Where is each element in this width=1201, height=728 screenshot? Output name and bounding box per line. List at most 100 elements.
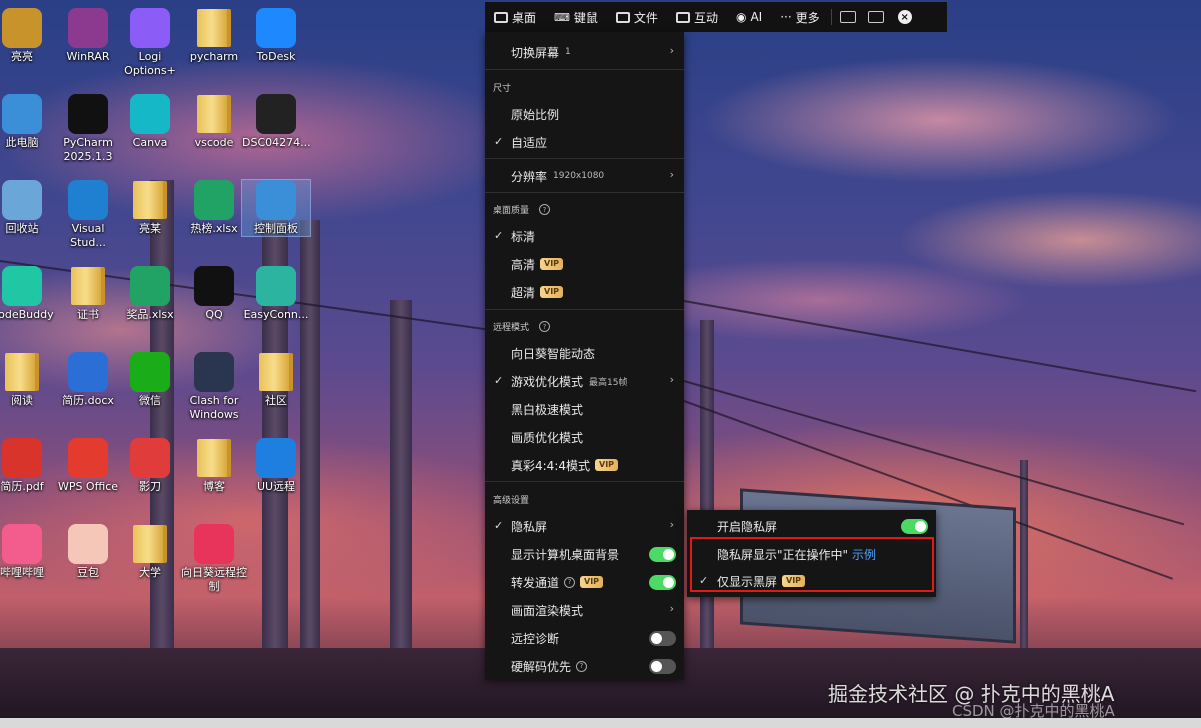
folder-icon <box>197 439 231 477</box>
desktop-icon-label: Logi Options+ <box>124 50 176 77</box>
desktop-icon[interactable]: Visual Stud... <box>54 180 122 250</box>
app-icon <box>2 524 42 564</box>
desktop-icon[interactable]: Canva <box>116 94 184 150</box>
desktop-icon[interactable]: Clash for Windows <box>180 352 248 422</box>
fullscreen-icon[interactable] <box>867 11 884 23</box>
help-icon[interactable]: ? <box>564 576 576 588</box>
menu-divider <box>485 192 684 193</box>
diagnostics-toggle[interactable] <box>649 631 676 646</box>
desktop-icon[interactable]: CodeBuddy <box>0 266 56 322</box>
menu-diagnostics-label: 远控诊断 <box>511 631 560 646</box>
desktop-icon[interactable]: 影刀 <box>116 438 184 494</box>
desktop-icon[interactable]: EasyConn... <box>242 266 310 322</box>
hw-decode-toggle[interactable] <box>649 659 676 674</box>
help-icon[interactable]: ? <box>539 321 551 332</box>
desktop-icon[interactable]: 控制面板 <box>241 179 311 237</box>
desktop-icon[interactable]: 博客 <box>180 438 248 494</box>
desktop-icon[interactable]: 大学 <box>116 524 184 580</box>
menu-adaptive[interactable]: ✓ 自适应 <box>485 128 684 156</box>
example-link[interactable]: 示例 <box>852 546 876 563</box>
help-icon[interactable]: ? <box>576 660 588 672</box>
checkmark-icon: ✓ <box>494 135 504 148</box>
menu-hw-decode[interactable]: 硬解码优先 ? <box>485 652 684 680</box>
privacy-toggle[interactable] <box>901 519 928 534</box>
help-icon[interactable]: ? <box>539 204 551 215</box>
section-size-label: 尺寸 <box>493 84 512 94</box>
relay-channel-toggle[interactable] <box>649 575 676 590</box>
menu-diagnostics[interactable]: 远控诊断 <box>485 624 684 652</box>
desktop-icon-label: 社区 <box>265 394 287 407</box>
desktop-icon[interactable]: 此电脑 <box>0 94 56 150</box>
resolution-value: 1920x1080 <box>553 171 605 181</box>
keyboard-icon: ⌨ <box>554 10 570 24</box>
submenu-black-only[interactable]: ✓ 仅显示黑屏 VIP <box>687 567 936 595</box>
desktop-icon[interactable]: 奖品.xlsx <box>116 266 184 322</box>
app-icon <box>2 266 42 306</box>
desktop-icon[interactable]: 向日葵远程控制 <box>180 524 248 594</box>
desktop-icon[interactable]: 微信 <box>116 352 184 408</box>
desktop-icon[interactable]: ToDesk <box>242 8 310 64</box>
toolbar-ai[interactable]: ◉ AI <box>727 2 771 32</box>
app-icon <box>68 438 108 478</box>
menu-render-mode[interactable]: 画面渲染模式 › <box>485 596 684 624</box>
app-icon <box>194 352 234 392</box>
menu-bw-mode[interactable]: 黑白极速模式 <box>485 395 684 423</box>
menu-quality-ultra[interactable]: 超清 VIP <box>485 278 684 306</box>
desktop-icon[interactable]: UU远程 <box>242 438 310 494</box>
desktop-icon[interactable]: 社区 <box>242 352 310 408</box>
desktop-icon[interactable]: PyCharm 2025.1.3 <box>54 94 122 164</box>
desktop-icon[interactable]: 证书 <box>54 266 122 322</box>
menu-show-desktop-bg[interactable]: 显示计算机桌面背景 <box>485 540 684 568</box>
desktop-icon-label: 证书 <box>77 308 99 321</box>
menu-quality-standard[interactable]: ✓ 标清 <box>485 222 684 250</box>
menu-resolution[interactable]: 分辨率 1920x1080 › <box>485 162 684 190</box>
submenu-show-operating[interactable]: 隐私屏显示"正在操作中" 示例 <box>687 540 936 568</box>
menu-switch-screen[interactable]: 切换屏幕 1 › <box>485 38 684 66</box>
desktop-icon-label: Canva <box>132 136 168 149</box>
desktop-icon[interactable]: 简历.pdf <box>0 438 56 494</box>
desktop-icon[interactable]: WPS Office <box>54 438 122 494</box>
menu-original-ratio[interactable]: 原始比例 <box>485 100 684 128</box>
vip-badge: VIP <box>540 258 564 270</box>
menu-quality-high[interactable]: 高清 VIP <box>485 250 684 278</box>
desktop-icon[interactable]: 豆包 <box>54 524 122 580</box>
menu-bw-mode-label: 黑白极速模式 <box>511 402 584 417</box>
desktop-icon[interactable]: QQ <box>180 266 248 322</box>
app-icon <box>256 266 296 306</box>
toolbar-keyboard-mouse[interactable]: ⌨ 键鼠 <box>545 2 607 32</box>
toolbar-interact[interactable]: 互动 <box>667 2 727 32</box>
desktop-icon[interactable]: vscode <box>180 94 248 150</box>
folder-icon <box>615 11 630 23</box>
menu-smart-dynamic[interactable]: 向日葵智能动态 <box>485 339 684 367</box>
desktop-icon[interactable]: 热榜.xlsx <box>180 180 248 236</box>
close-icon[interactable]: × <box>897 10 912 24</box>
menu-game-mode[interactable]: ✓ 游戏优化模式 最高15帧 › <box>485 367 684 395</box>
desktop-icon[interactable]: 亮某 <box>116 180 184 236</box>
desktop-icon[interactable]: Logi Options+ <box>116 8 184 78</box>
menu-privacy-screen[interactable]: ✓ 隐私屏 › <box>485 512 684 540</box>
chat-icon <box>675 11 690 23</box>
desktop-icon[interactable]: DSC04274... <box>242 94 311 150</box>
desktop-icon[interactable]: WinRAR <box>54 8 122 64</box>
minimize-window-icon[interactable] <box>839 11 856 23</box>
desktop-icon-label: 热榜.xlsx <box>190 222 238 235</box>
checkmark-icon: ✓ <box>699 574 709 587</box>
desktop-icon[interactable]: 哔哩哔哩 <box>0 524 56 580</box>
desktop-bg-toggle[interactable] <box>649 547 676 562</box>
desktop-icon[interactable]: 简历.docx <box>54 352 122 408</box>
menu-quality-mode[interactable]: 画质优化模式 <box>485 423 684 451</box>
menu-true-color[interactable]: 真彩4:4:4模式 VIP <box>485 451 684 479</box>
toggle-knob <box>915 521 926 532</box>
toolbar-files[interactable]: 文件 <box>607 2 667 32</box>
desktop-icon[interactable]: 亮亮 <box>0 8 56 64</box>
toolbar-separator <box>830 9 832 25</box>
app-icon <box>68 524 108 564</box>
desktop-icon[interactable]: 阅读 <box>0 352 56 408</box>
menu-relay-channel[interactable]: 转发通道 ? VIP <box>485 568 684 596</box>
submenu-enable-privacy[interactable]: 开启隐私屏 <box>687 512 936 540</box>
toolbar-desktop[interactable]: 桌面 <box>485 2 545 32</box>
desktop-icon-label: EasyConn... <box>243 308 309 321</box>
desktop-icon[interactable]: pycharm <box>180 8 248 64</box>
toolbar-more[interactable]: ··· 更多 <box>771 2 828 32</box>
desktop-icon[interactable]: 回收站 <box>0 180 56 236</box>
